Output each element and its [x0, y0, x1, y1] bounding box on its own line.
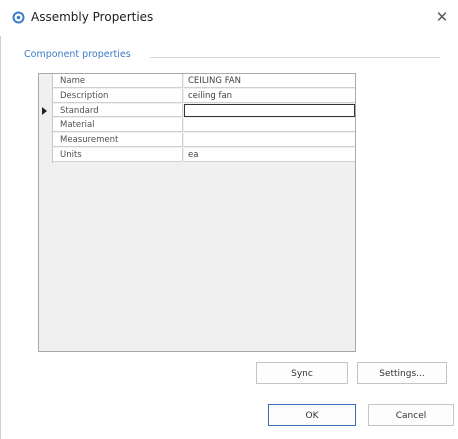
- row-header[interactable]: [39, 147, 53, 163]
- settings-button[interactable]: Settings...: [357, 362, 447, 384]
- property-name: Units: [53, 147, 183, 162]
- row-header[interactable]: [39, 74, 53, 89]
- property-grid[interactable]: Name CEILING FAN Description ceiling fan…: [38, 73, 356, 352]
- property-name: Material: [53, 118, 183, 133]
- group-divider: [150, 57, 440, 58]
- property-row-measurement[interactable]: Measurement: [39, 133, 355, 148]
- property-row-units[interactable]: Units ea: [39, 147, 355, 163]
- window-title: Assembly Properties: [31, 10, 154, 24]
- property-value-editor[interactable]: [184, 103, 355, 118]
- property-name: Description: [53, 88, 183, 103]
- property-row-description[interactable]: Description ceiling fan: [39, 88, 355, 104]
- property-name: Name: [53, 74, 183, 88]
- property-row-material[interactable]: Material: [39, 118, 355, 134]
- property-name: Standard: [53, 103, 183, 118]
- sync-button[interactable]: Sync: [256, 362, 348, 384]
- row-header[interactable]: [39, 133, 53, 148]
- ok-button[interactable]: OK: [268, 404, 356, 426]
- property-value[interactable]: [184, 133, 355, 147]
- current-row-arrow-icon: [42, 106, 47, 115]
- cancel-button[interactable]: Cancel: [368, 404, 454, 426]
- property-row-name[interactable]: Name CEILING FAN: [39, 74, 355, 89]
- gear-icon: [12, 11, 25, 24]
- property-value[interactable]: ea: [184, 147, 355, 162]
- group-label-component-properties: Component properties: [24, 49, 131, 60]
- row-header[interactable]: [39, 103, 53, 119]
- close-icon[interactable]: ✕: [434, 9, 450, 25]
- row-header[interactable]: [39, 88, 53, 104]
- property-row-standard[interactable]: Standard: [39, 103, 355, 119]
- property-value[interactable]: CEILING FAN: [184, 74, 355, 88]
- property-value[interactable]: [184, 118, 355, 133]
- row-header[interactable]: [39, 118, 53, 134]
- property-value[interactable]: ceiling fan: [184, 88, 355, 103]
- assembly-properties-dialog: Assembly Properties ✕ Component properti…: [0, 0, 458, 439]
- property-name: Measurement: [53, 133, 183, 147]
- window-border: [0, 0, 1, 439]
- title-bar: Assembly Properties ✕: [0, 0, 458, 36]
